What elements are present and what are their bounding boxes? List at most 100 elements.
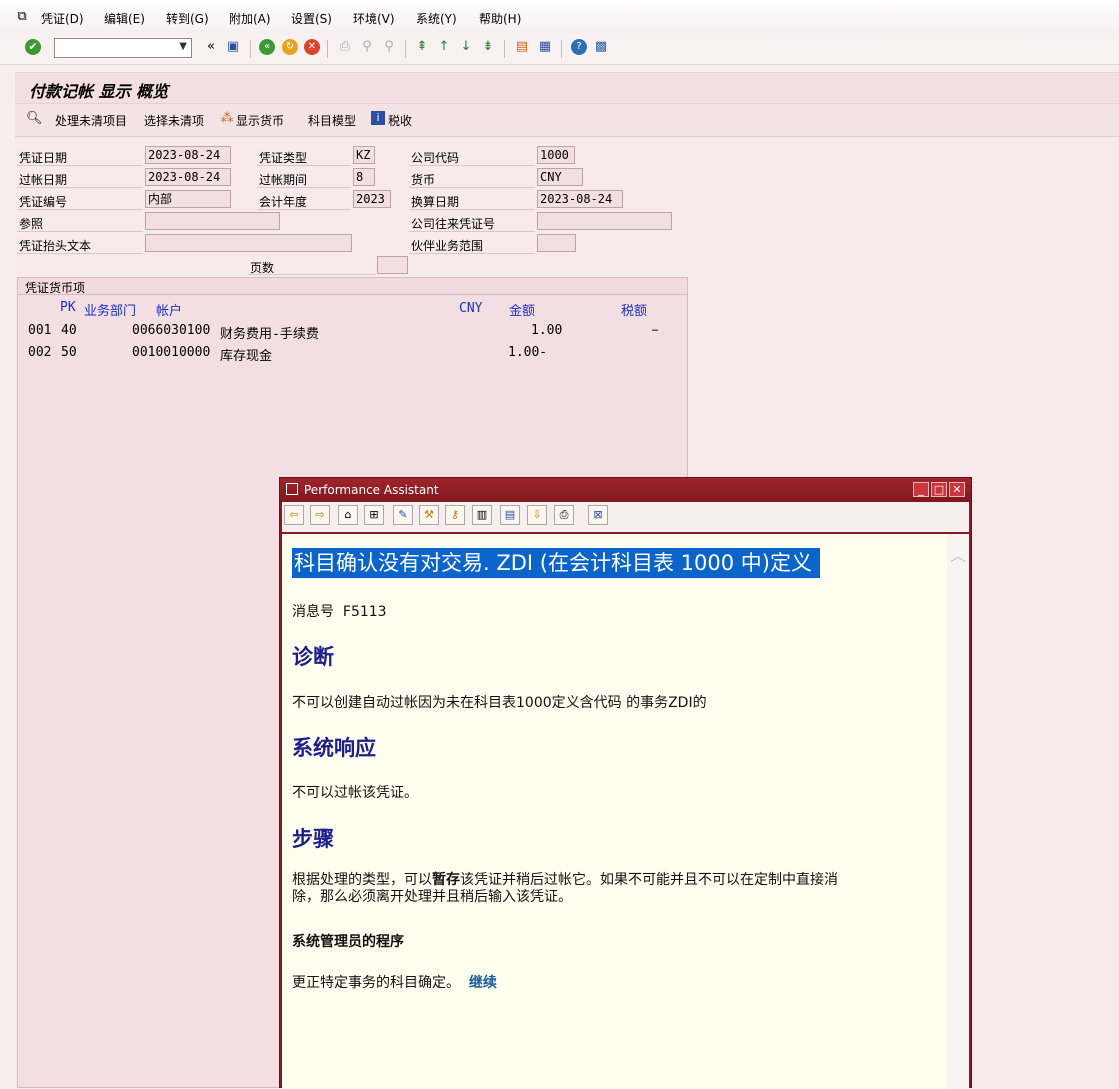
window-title-bar[interactable]: Performance Assistant _ □ ✕: [280, 478, 971, 502]
procedure-text: 根据处理的类型，可以暂存该凭证并稍后过帐它。如果不可能并且不可以在定制中直接消 …: [292, 872, 932, 906]
doc-number-label: 凭证编号: [19, 195, 68, 209]
label-underline: [17, 253, 143, 254]
partner-business-area-field[interactable]: [537, 234, 576, 252]
menu-environment[interactable]: 环境(V): [353, 10, 395, 27]
scroll-up-icon[interactable]: ︿: [950, 542, 966, 566]
select-open-items-button[interactable]: 选择未清项: [144, 112, 204, 129]
maximize-button[interactable]: □: [931, 482, 947, 497]
account-model-button[interactable]: 科目模型: [308, 112, 356, 129]
account-number: 0066030100: [132, 323, 211, 338]
key-icon[interactable]: ⚷: [445, 505, 465, 525]
doc-number-field[interactable]: 内部: [145, 190, 231, 208]
pages-field[interactable]: [377, 256, 408, 274]
assistant-content: ︿ 科目确认没有对交易. ZDI (在会计科目表 1000 中)定义 消息号 F…: [282, 534, 969, 1089]
menu-icon[interactable]: ⧉: [14, 9, 30, 25]
doc-date-field[interactable]: 2023-08-24: [145, 146, 231, 164]
cancel-icon[interactable]: ✕: [304, 39, 320, 55]
post-date-field[interactable]: 2023-08-24: [145, 168, 231, 186]
display-currency-button[interactable]: 显示货币: [236, 112, 284, 129]
label-underline: [17, 231, 143, 232]
post-date-label: 过帐日期: [19, 173, 68, 187]
window-title: Performance Assistant: [304, 483, 439, 497]
continue-link[interactable]: 继续: [469, 975, 497, 991]
posting-key: 50: [61, 345, 77, 360]
reference-field[interactable]: [145, 212, 280, 230]
item-amount: 1.00-: [508, 345, 548, 360]
close-icon[interactable]: ⊠: [588, 505, 608, 525]
header-text-field[interactable]: [145, 234, 352, 252]
menu-system[interactable]: 系统(Y): [416, 10, 457, 27]
item-tax: …: [652, 323, 659, 334]
menu-edit[interactable]: 编辑(E): [104, 10, 145, 27]
edit-icon[interactable]: ✎: [393, 505, 413, 525]
column-business-area: 业务部门: [84, 304, 137, 319]
doc-type-field[interactable]: KZ: [353, 146, 375, 164]
company-code-field[interactable]: 1000: [537, 146, 575, 164]
toolbar-separator: [327, 40, 328, 58]
column-amount: 金额: [509, 304, 536, 319]
system-response-heading: 系统响应: [292, 735, 376, 760]
label-underline: [17, 187, 143, 188]
process-open-items-icon[interactable]: 🔍︎: [26, 111, 43, 127]
system-response-text: 不可以过帐该凭证。: [292, 785, 418, 801]
taxes-button[interactable]: 税收: [388, 112, 412, 129]
help-icon[interactable]: ?: [571, 39, 587, 55]
diagnosis-heading: 诊断: [292, 644, 334, 669]
menu-goto[interactable]: 转到(G): [166, 10, 209, 27]
first-page-icon[interactable]: ⇞: [414, 39, 430, 55]
process-open-items-button[interactable]: 处理未清项目: [55, 112, 127, 129]
procedure-text-c: 除，那么必须离开处理并且稍后输入该凭证。: [292, 889, 572, 905]
minimize-button[interactable]: _: [913, 482, 929, 497]
menu-help[interactable]: 帮助(H): [479, 10, 521, 27]
enter-icon[interactable]: ✔: [25, 39, 41, 55]
technical-info-icon[interactable]: ⚒: [419, 505, 439, 525]
book-icon[interactable]: ▥: [472, 505, 492, 525]
home-icon[interactable]: ⌂: [338, 505, 358, 525]
translation-date-field[interactable]: 2023-08-24: [537, 190, 623, 208]
back-arrow-icon[interactable]: ⇦: [284, 505, 304, 525]
column-currency: CNY: [459, 301, 483, 316]
doc-type-label: 凭证类型: [259, 151, 308, 165]
account-number: 0010010000: [132, 345, 211, 360]
label-underline: [409, 165, 535, 166]
forward-arrow-icon[interactable]: ⇨: [310, 505, 330, 525]
vertical-scrollbar[interactable]: ︿: [947, 534, 969, 1089]
exit-icon[interactable]: ↻: [282, 39, 298, 55]
label-underline: [409, 209, 535, 210]
menu-document[interactable]: 凭证(D): [41, 10, 84, 27]
print-icon[interactable]: ⎙: [554, 505, 574, 525]
company-code-label: 公司代码: [411, 151, 460, 165]
admin-procedure-line: 更正特定事务的科目确定。 继续: [292, 972, 497, 992]
document-icon[interactable]: ▤: [500, 505, 520, 525]
header-text-label: 凭证抬头文本: [19, 239, 92, 253]
layout-icon[interactable]: ▩: [593, 39, 609, 55]
close-button[interactable]: ✕: [949, 482, 965, 497]
next-page-icon[interactable]: ↓: [458, 39, 474, 55]
currency-field[interactable]: CNY: [537, 168, 583, 186]
prev-page-icon[interactable]: ↑: [436, 39, 452, 55]
menu-settings[interactable]: 设置(S): [291, 10, 332, 27]
last-page-icon[interactable]: ⇟: [480, 39, 496, 55]
procedure-text-a: 根据处理的类型，可以: [292, 872, 432, 888]
admin-procedure-heading: 系统管理员的程序: [292, 934, 404, 950]
chevron-down-icon[interactable]: ▼: [179, 41, 187, 52]
message-title: 科目确认没有对交易. ZDI (在会计科目表 1000 中)定义: [292, 548, 820, 578]
save-icon[interactable]: ▣: [225, 39, 241, 55]
command-field[interactable]: ▼: [54, 38, 192, 58]
period-field[interactable]: 8: [353, 168, 375, 186]
new-session-icon[interactable]: ▤: [514, 39, 530, 55]
doc-date-label: 凭证日期: [19, 151, 68, 165]
label-underline: [409, 187, 535, 188]
fiscal-year-field[interactable]: 2023: [353, 190, 391, 208]
intercompany-field[interactable]: [537, 212, 672, 230]
menu-extras[interactable]: 附加(A): [229, 10, 271, 27]
account-name: 财务费用-手续费: [220, 327, 319, 342]
admin-procedure-text: 更正特定事务的科目确定。: [292, 975, 460, 991]
item-amount: 1.00: [531, 323, 563, 338]
shortcut-icon[interactable]: ▦: [537, 39, 553, 55]
fiscal-year-label: 会计年度: [259, 195, 308, 209]
hierarchy-icon[interactable]: ⊞: [364, 505, 384, 525]
download-icon[interactable]: ⇩: [527, 505, 547, 525]
back-icon[interactable]: «: [259, 39, 275, 55]
collapse-icon[interactable]: «: [203, 39, 219, 55]
